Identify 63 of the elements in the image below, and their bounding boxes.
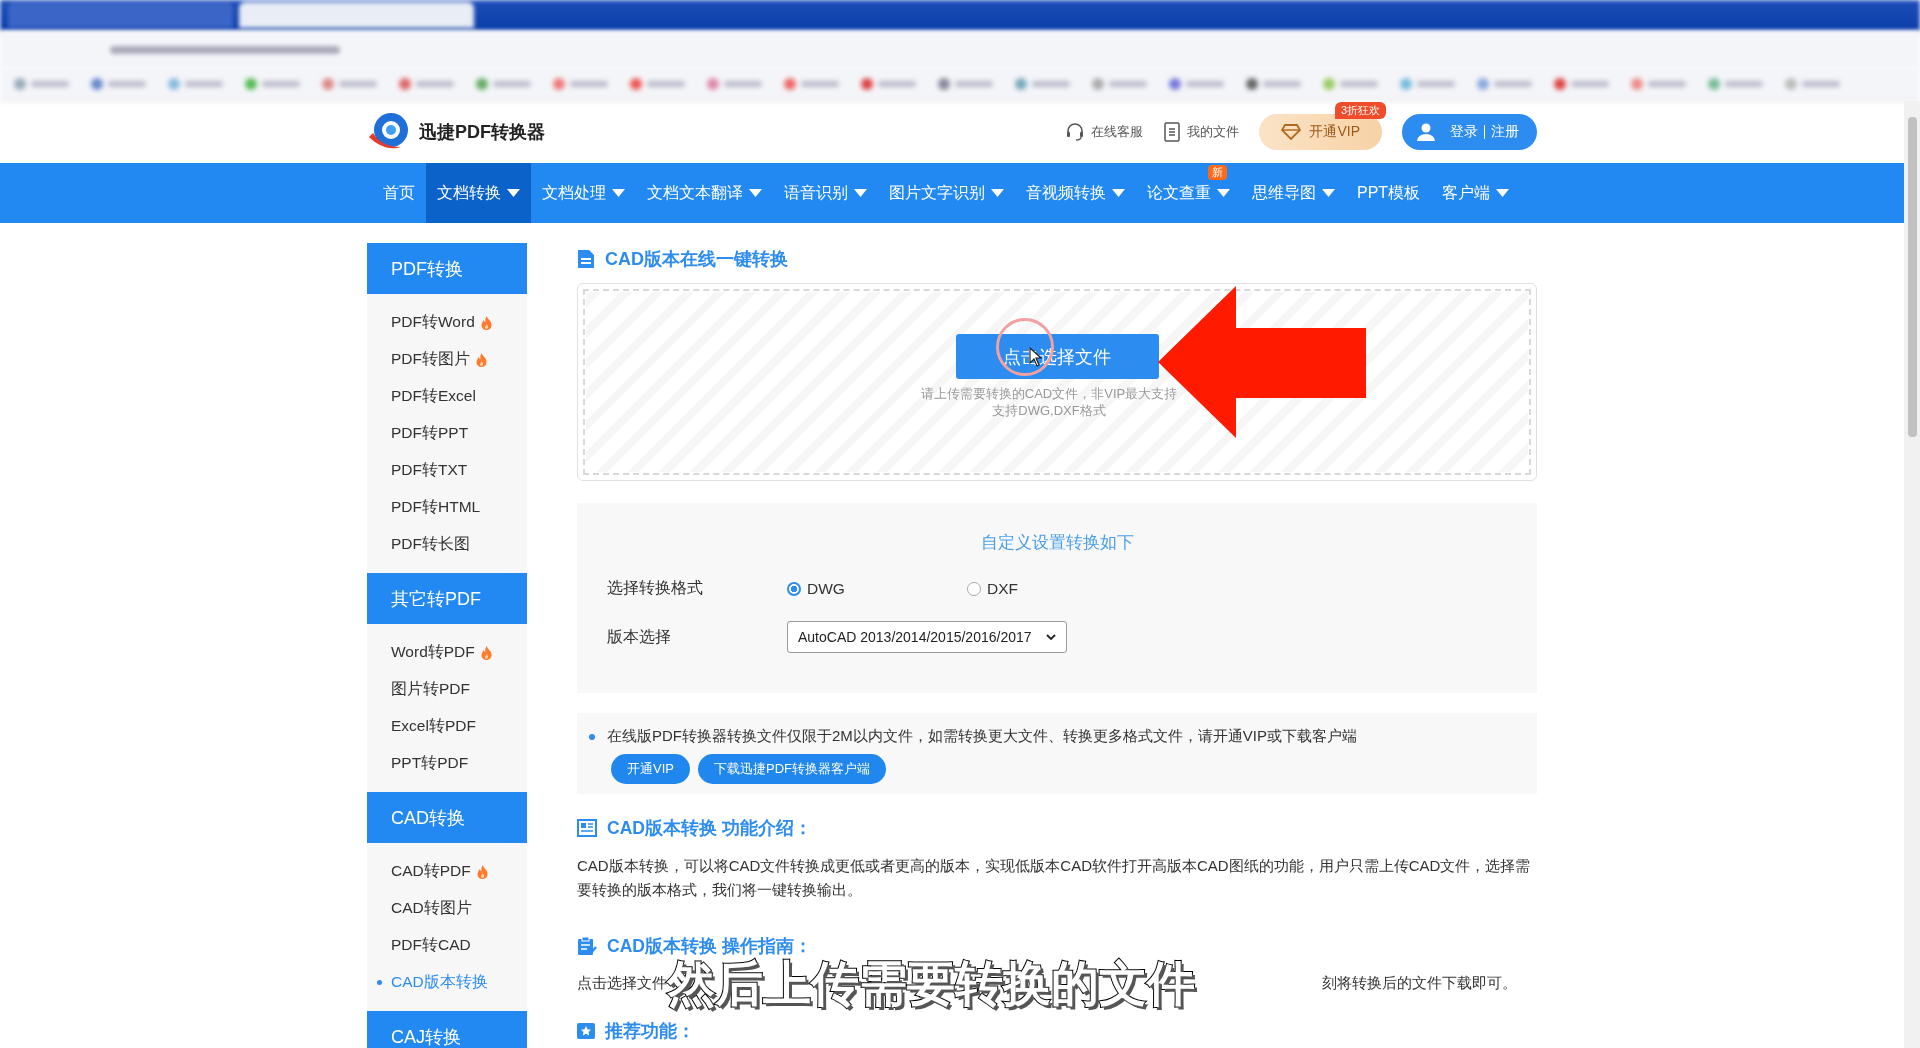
newspaper-icon (577, 819, 597, 837)
new-badge: 新 (1208, 165, 1227, 180)
intro-paragraph: CAD版本转换，可以将CAD文件转换成更低或者更高的版本，实现低版本CAD软件打开高版本CAD图纸的功能，用户只需上传CAD文件，选择需要转换的版本格式，我们将一键转换输出。 (577, 856, 1532, 900)
notice-text: 在线版PDF转换器转换文件仅限于2M以内文件，如需转换更大文件、转换更多格式文件，请开通VIP或下载客户端 (589, 727, 1525, 746)
sidebar-item[interactable]: 图片转PDF (367, 671, 527, 708)
sidebar-item[interactable]: Excel转PDF (367, 708, 527, 745)
sidebar-heading: 其它转PDF (367, 573, 527, 624)
nav-tab[interactable]: 论文查重 新 (1136, 163, 1241, 223)
sidebar-item[interactable]: PPT转PDF (367, 745, 527, 782)
upload-hint: 请上传需要转换的CAD文件，非VIP最大支持 (920, 387, 1178, 400)
section-title: CAD版本在线一键转换 (605, 248, 788, 271)
nav-tab[interactable]: 文档处理 (531, 163, 636, 223)
nav-tab[interactable]: 文档转换 (426, 163, 531, 223)
nav-tab[interactable]: 客户端 (1431, 163, 1521, 223)
chevron-icon (1045, 633, 1056, 641)
promo-badge: 3折狂欢 (1334, 102, 1386, 119)
diamond-icon (1281, 124, 1302, 140)
clipboard-pen-icon (577, 936, 597, 956)
nav-tab[interactable]: 语音识别 (773, 163, 878, 223)
nav-tab[interactable]: 文档文本翻译 (636, 163, 773, 223)
sidebar-item[interactable]: CAD转PDF (367, 853, 527, 890)
header-link[interactable]: 在线客服 (1065, 122, 1144, 142)
sidebar-item[interactable]: PDF转长图 (367, 526, 527, 563)
nav-tab[interactable]: PPT模板 (1346, 163, 1432, 223)
address-bar[interactable] (0, 31, 1920, 68)
radio-icon[interactable] (967, 581, 981, 596)
section-heading: 推荐功能： (605, 1020, 695, 1043)
nav-tab[interactable]: 首页 (372, 163, 426, 223)
sidebar-item[interactable]: CAD转图片 (367, 890, 527, 927)
document-icon (1163, 122, 1182, 142)
radio-icon[interactable] (787, 581, 801, 596)
sidebar-heading: CAJ转换 (367, 1011, 527, 1048)
headset-icon (1065, 122, 1086, 142)
nav-tab[interactable]: 思维导图 (1241, 163, 1346, 223)
scrollbar[interactable] (1904, 101, 1920, 1048)
version-select[interactable]: AutoCAD 2013/2014/2015/2016/2017 (787, 621, 1067, 653)
sidebar-heading: CAD转换 (367, 792, 527, 843)
section-heading: CAD版本转换 操作指南： (607, 935, 812, 957)
settings-title: 自定义设置转换如下 (979, 532, 1135, 554)
section-heading: CAD版本转换 功能介绍： (607, 817, 812, 840)
sidebar-item[interactable]: PDF转HTML (367, 489, 527, 526)
logo-text[interactable]: 迅捷PDF转换器 (419, 120, 545, 144)
nav-tab[interactable]: 音视频转换 (1015, 163, 1136, 223)
header-link[interactable]: 我的文件 (1163, 122, 1240, 142)
pill-button[interactable]: 下载迅捷PDF转换器客户端 (697, 754, 886, 784)
format-radio[interactable]: DWG (787, 579, 967, 598)
field-label: 选择转换格式 (607, 578, 704, 598)
sidebar-item[interactable]: PDF转TXT (367, 452, 527, 489)
format-radio[interactable]: DXF (967, 579, 1147, 598)
guide-text: 刻将转换后的文件下载即可。 (1322, 974, 1517, 993)
sidebar-item[interactable]: PDF转PPT (367, 415, 527, 452)
pill-button[interactable]: 开通VIP (611, 754, 690, 784)
field-label: 版本选择 (607, 626, 672, 647)
sidebar-item[interactable]: Word转PDF (367, 634, 527, 671)
sidebar-item[interactable]: PDF转CAD (367, 927, 527, 964)
user-icon (1416, 122, 1436, 142)
sidebar-item[interactable]: PDF转Word (367, 304, 527, 341)
nav-tab[interactable]: 图片文字识别 (878, 163, 1015, 223)
sidebar-heading: PDF转换 (367, 243, 527, 294)
sidebar-item[interactable]: PDF转Excel (367, 378, 527, 415)
document-icon (577, 249, 595, 269)
upload-hint: 支持DWG,DXF格式 (992, 404, 1106, 417)
sidebar-item[interactable]: PDF转图片 (367, 341, 527, 378)
